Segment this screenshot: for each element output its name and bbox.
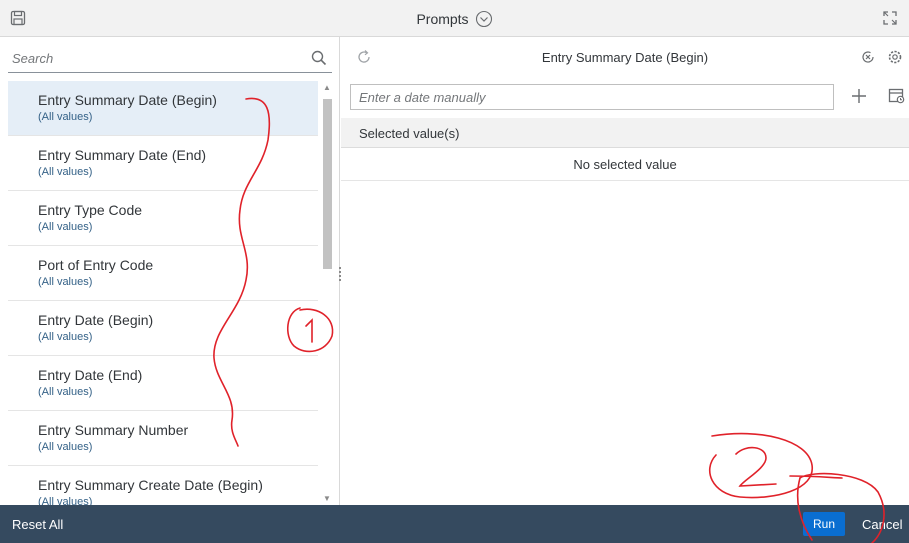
prompt-item-label: Entry Summary Date (Begin): [38, 92, 217, 108]
date-input-placeholder[interactable]: Enter a date manually: [359, 90, 485, 105]
date-input[interactable]: Enter a date manually: [350, 84, 834, 110]
prompt-item-value: (All values): [38, 276, 93, 288]
prompt-item-entry-type-code[interactable]: Entry Type Code (All values): [8, 191, 318, 246]
prompt-item-label: Entry Date (Begin): [38, 312, 154, 328]
prompt-item-entry-summary-create-date-begin[interactable]: Entry Summary Create Date (Begin) (All v…: [8, 466, 318, 505]
prompt-item-value: (All values): [38, 221, 93, 233]
search-placeholder[interactable]: Search: [12, 51, 53, 66]
prompt-item-value: (All values): [38, 441, 93, 453]
list-scrollbar[interactable]: ▲ ▼: [320, 81, 334, 505]
cancel-button[interactable]: Cancel: [862, 517, 902, 532]
prompt-item-entry-summary-date-begin[interactable]: Entry Summary Date (Begin) (All values): [8, 81, 318, 136]
run-button[interactable]: Run: [803, 512, 845, 536]
prompt-detail-panel: Entry Summary Date (Begin) Enter a date …: [341, 37, 909, 505]
prompt-item-entry-summary-date-end[interactable]: Entry Summary Date (End) (All values): [8, 136, 318, 191]
prompt-list-panel: Search Entry Summary Date (Begin) (All v…: [0, 37, 341, 505]
selected-values-label: Selected value(s): [359, 126, 460, 141]
prompt-item-port-of-entry-code[interactable]: Port of Entry Code (All values): [8, 246, 318, 301]
prompt-item-label: Port of Entry Code: [38, 257, 154, 273]
prompts-header: Prompts: [0, 0, 909, 37]
prompt-item-label: Entry Summary Date (End): [38, 147, 207, 163]
no-selection-message: No selected value: [341, 148, 909, 181]
detail-header: Entry Summary Date (Begin): [341, 37, 909, 77]
prompt-item-value: (All values): [38, 166, 93, 178]
prompt-item-entry-date-end[interactable]: Entry Date (End) (All values): [8, 356, 318, 411]
clear-icon[interactable]: [859, 48, 877, 66]
scroll-up-arrow-icon[interactable]: ▲: [323, 83, 331, 92]
prompt-item-value: (All values): [38, 386, 93, 398]
search-icon[interactable]: [310, 49, 328, 67]
prompt-item-entry-date-begin[interactable]: Entry Date (Begin) (All values): [8, 301, 318, 356]
prompt-item-value: (All values): [38, 496, 93, 505]
chevron-down-circle-icon[interactable]: [475, 10, 493, 28]
selected-values-header: Selected value(s): [341, 118, 909, 148]
prompt-item-entry-summary-number[interactable]: Entry Summary Number (All values): [8, 411, 318, 466]
prompt-item-value: (All values): [38, 331, 93, 343]
prompt-item-label: Entry Type Code: [38, 202, 143, 218]
prompt-item-label: Entry Summary Number: [38, 422, 189, 438]
dialog-title: Prompts: [416, 11, 469, 27]
detail-title: Entry Summary Date (Begin): [541, 50, 709, 65]
prompt-item-value: (All values): [38, 111, 93, 123]
dialog-footer: Reset All Run Cancel: [0, 505, 909, 543]
prompt-item-label: Entry Summary Create Date (Begin): [38, 477, 263, 493]
plus-icon[interactable]: [849, 86, 869, 106]
reset-all-button[interactable]: Reset All: [12, 517, 63, 532]
prompt-item-label: Entry Date (End): [38, 367, 143, 383]
calendar-icon[interactable]: [887, 86, 907, 106]
settings-icon[interactable]: [886, 48, 904, 66]
search-field[interactable]: Search: [8, 45, 332, 73]
scroll-down-arrow-icon[interactable]: ▼: [323, 494, 331, 503]
prompt-list: Entry Summary Date (Begin) (All values) …: [8, 81, 318, 505]
scrollbar-thumb[interactable]: [323, 99, 332, 269]
expand-icon[interactable]: [881, 9, 899, 27]
